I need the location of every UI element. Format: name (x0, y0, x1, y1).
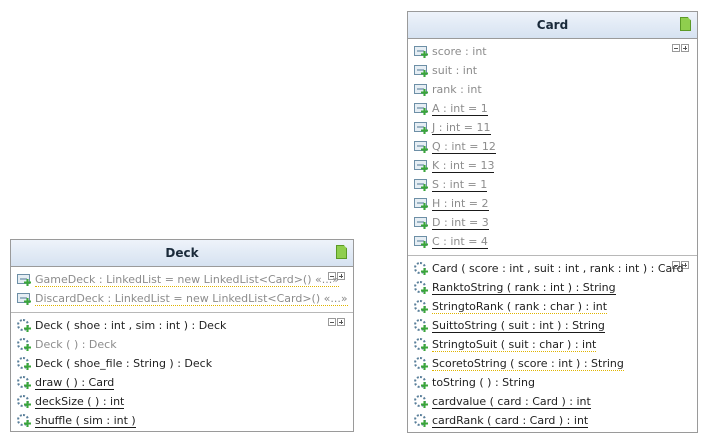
method-icon (17, 338, 31, 351)
method-icon (17, 357, 31, 370)
methods-section-card: Card ( score : int , suit : int , rank :… (408, 255, 697, 434)
attribute-row[interactable]: K : int = 13 (408, 156, 697, 175)
field-icon (414, 197, 428, 210)
attribute-row[interactable]: GameDeck : LinkedList = new LinkedList<C… (11, 270, 353, 289)
attribute-row[interactable]: Q : int = 12 (408, 137, 697, 156)
attributes-section-card: score : int suit : int rank : int A : int =… (408, 39, 697, 255)
class-title-deck: Deck (165, 246, 199, 260)
method-text: StringtoSuit ( suit : char ) : int (432, 337, 597, 352)
method-text: draw ( ) : Card (35, 375, 115, 390)
attribute-text: J : int = 11 (432, 120, 491, 135)
attribute-row[interactable]: S : int = 1 (408, 175, 697, 194)
method-icon (414, 395, 428, 408)
method-icon (414, 300, 428, 313)
attribute-row[interactable]: A : int = 1 (408, 99, 697, 118)
method-text: cardvalue ( card : Card ) : int (432, 394, 591, 409)
method-row[interactable]: toString ( ) : String (408, 373, 697, 392)
attribute-text: GameDeck : LinkedList = new LinkedList<C… (35, 272, 339, 287)
method-row[interactable]: deckSize ( ) : int (11, 392, 353, 411)
method-icon (414, 319, 428, 332)
class-header-card[interactable]: Card (408, 12, 697, 39)
field-icon (414, 83, 428, 96)
attribute-text: K : int = 13 (432, 158, 495, 173)
attribute-text: C : int = 4 (432, 234, 488, 249)
method-text: SuittoString ( suit : int ) : String (432, 318, 605, 333)
method-row[interactable]: StringtoRank ( rank : char ) : int (408, 297, 697, 316)
method-row[interactable]: cardvalue ( card : Card ) : int (408, 392, 697, 411)
methods-section-deck: Deck ( shoe : int , sim : int ) : Deck De… (11, 312, 353, 434)
attribute-row[interactable]: C : int = 4 (408, 232, 697, 251)
method-icon (414, 414, 428, 427)
class-file-icon (680, 17, 691, 31)
method-row[interactable]: SuittoString ( suit : int ) : String (408, 316, 697, 335)
attribute-text: S : int = 1 (432, 177, 488, 192)
method-row[interactable]: draw ( ) : Card (11, 373, 353, 392)
method-text: deckSize ( ) : int (35, 394, 125, 409)
method-text: cardRank ( card : Card ) : int (432, 413, 589, 428)
field-icon (17, 273, 31, 286)
field-icon (414, 178, 428, 191)
method-row[interactable]: ScoretoString ( score : int ) : String (408, 354, 697, 373)
field-icon (17, 292, 31, 305)
attribute-row[interactable]: D : int = 3 (408, 213, 697, 232)
method-text: Card ( score : int , suit : int , rank :… (432, 262, 684, 275)
attribute-row[interactable]: score : int (408, 42, 697, 61)
method-text: toString ( ) : String (432, 376, 535, 389)
method-icon (414, 357, 428, 370)
field-icon (414, 45, 428, 58)
attribute-text: A : int = 1 (432, 101, 488, 116)
method-text: Deck ( ) : Deck (35, 338, 117, 351)
method-icon (414, 338, 428, 351)
method-text: StringtoRank ( rank : char ) : int (432, 299, 608, 314)
class-title-card: Card (536, 18, 569, 32)
attribute-row[interactable]: suit : int (408, 61, 697, 80)
attribute-row[interactable]: rank : int (408, 80, 697, 99)
method-text: Deck ( shoe : int , sim : int ) : Deck (35, 319, 227, 332)
attribute-text: DiscardDeck : LinkedList = new LinkedLis… (35, 291, 348, 306)
method-row[interactable]: shuffle ( sim : int ) (11, 411, 353, 430)
attribute-text: H : int = 2 (432, 196, 489, 211)
field-icon (414, 216, 428, 229)
field-icon (414, 140, 428, 153)
method-row[interactable]: cardRank ( card : Card ) : int (408, 411, 697, 430)
method-row[interactable]: Card ( score : int , suit : int , rank :… (408, 259, 697, 278)
method-text: shuffle ( sim : int ) (35, 413, 136, 428)
attribute-text: Q : int = 12 (432, 139, 496, 154)
field-icon (414, 64, 428, 77)
method-row[interactable]: RanktoString ( rank : int ) : String (408, 278, 697, 297)
method-row[interactable]: Deck ( shoe : int , sim : int ) : Deck (11, 316, 353, 335)
class-header-deck[interactable]: Deck (11, 240, 353, 267)
field-icon (414, 121, 428, 134)
method-text: Deck ( shoe_file : String ) : Deck (35, 357, 213, 370)
field-icon (414, 159, 428, 172)
method-icon (17, 395, 31, 408)
method-text: RanktoString ( rank : int ) : String (432, 280, 616, 295)
attribute-row[interactable]: DiscardDeck : LinkedList = new LinkedLis… (11, 289, 353, 308)
method-icon (17, 376, 31, 389)
attributes-section-deck: GameDeck : LinkedList = new LinkedList<C… (11, 267, 353, 312)
method-icon (414, 262, 428, 275)
method-icon (414, 376, 428, 389)
class-file-icon (336, 245, 347, 259)
method-row[interactable]: StringtoSuit ( suit : char ) : int (408, 335, 697, 354)
method-icon (17, 414, 31, 427)
method-row[interactable]: Deck ( shoe_file : String ) : Deck (11, 354, 353, 373)
field-icon (414, 102, 428, 115)
attribute-text: score : int (432, 45, 487, 58)
method-row[interactable]: Deck ( ) : Deck (11, 335, 353, 354)
attribute-row[interactable]: H : int = 2 (408, 194, 697, 213)
attribute-row[interactable]: J : int = 11 (408, 118, 697, 137)
attribute-text: D : int = 3 (432, 215, 489, 230)
class-card[interactable]: Card score : int suit : int rank : int A : … (407, 11, 698, 433)
attribute-text: rank : int (432, 83, 482, 96)
class-deck[interactable]: Deck GameDeck : LinkedList = new LinkedL… (10, 239, 354, 432)
attribute-text: suit : int (432, 64, 478, 77)
method-icon (414, 281, 428, 294)
method-icon (17, 319, 31, 332)
method-text: ScoretoString ( score : int ) : String (432, 356, 624, 371)
field-icon (414, 235, 428, 248)
